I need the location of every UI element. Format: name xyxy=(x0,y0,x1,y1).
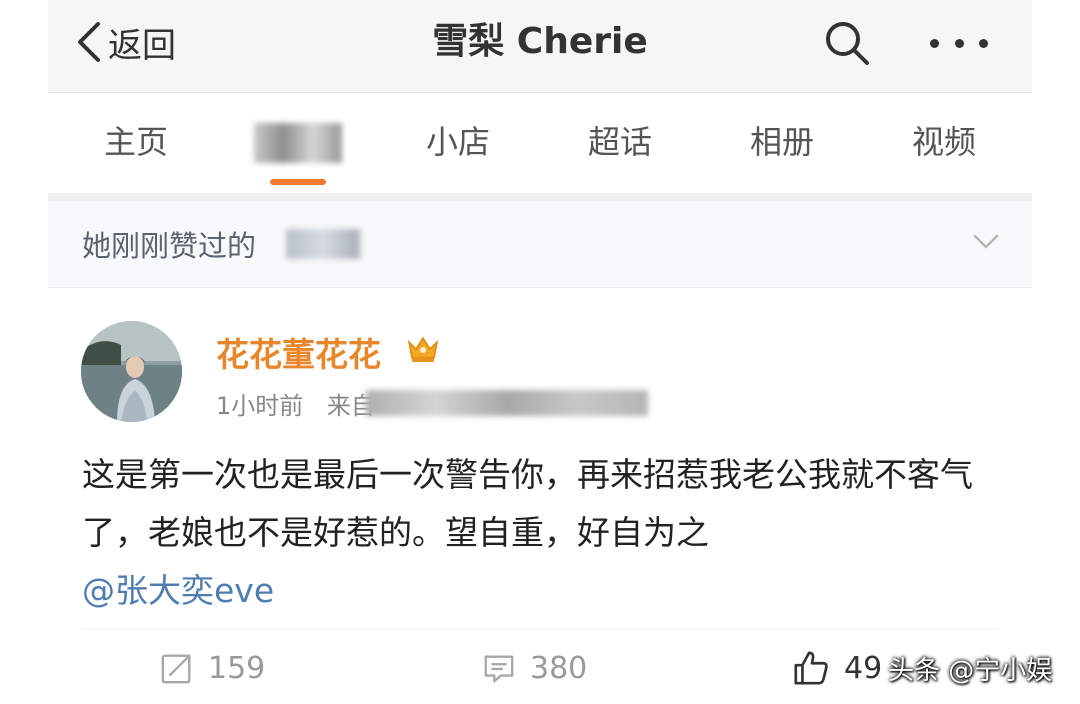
like-count: 49 xyxy=(844,650,883,686)
post-text: 这是第一次也是最后一次警告你，再来招惹我老公我就不客气了，老娘也不是好惹的。望自… xyxy=(82,455,973,552)
thumbs-up-icon xyxy=(794,651,828,685)
post-time: 1小时前 xyxy=(216,392,304,420)
tab-videos[interactable]: 视频 xyxy=(912,117,976,163)
search-button[interactable] xyxy=(822,18,872,68)
comment-icon xyxy=(484,655,514,683)
profile-tabs: 主页 小店 超话 相册 视频 xyxy=(48,93,1032,201)
repost-button[interactable]: 159 xyxy=(160,646,265,690)
active-tab-indicator xyxy=(270,179,326,185)
like-button[interactable]: 49 xyxy=(792,646,882,690)
page-title: 雪梨 Cherie xyxy=(432,21,648,62)
avatar[interactable] xyxy=(81,321,182,422)
search-icon xyxy=(826,22,869,65)
chevron-down-icon xyxy=(973,234,999,249)
recently-liked-label: 她刚刚赞过的 xyxy=(82,229,257,263)
top-nav-bar: 返回 雪梨 Cherie xyxy=(48,0,1032,93)
tab-super-topic[interactable]: 超话 xyxy=(588,117,652,163)
watermark: 头条 @宁小娱 xyxy=(888,656,1053,686)
comment-button[interactable]: 380 xyxy=(482,646,587,690)
more-dot-icon xyxy=(930,38,939,48)
repost-count: 159 xyxy=(208,650,266,686)
post-author-name[interactable]: 花花董花花 xyxy=(216,328,381,376)
more-dot-icon xyxy=(979,38,988,48)
more-dot-icon xyxy=(954,38,964,48)
redacted-text xyxy=(286,229,360,259)
mention-link[interactable]: @张大奕eve xyxy=(82,562,1012,620)
weibo-post-card: 花花董花花 1小时前 来自 这是第一次也是最后一次警告你，再来招惹我老公我就不客… xyxy=(48,288,1032,704)
divider xyxy=(82,628,998,629)
comment-count: 380 xyxy=(530,650,588,686)
tab-home[interactable]: 主页 xyxy=(104,117,168,163)
tab-redacted[interactable] xyxy=(254,123,342,163)
redacted-source xyxy=(366,390,648,416)
recently-liked-bar[interactable]: 她刚刚赞过的 xyxy=(48,201,1032,288)
weibo-profile-screen: 返回 雪梨 Cherie 主页 小店 超话 相册 视频 她刚刚赞过的 花花董花花… xyxy=(48,0,1032,704)
avatar-photo xyxy=(81,321,182,422)
post-meta: 1小时前 来自 xyxy=(216,386,375,421)
tab-shop[interactable]: 小店 xyxy=(426,117,490,163)
vip-crown-icon xyxy=(407,336,439,362)
more-button[interactable] xyxy=(930,18,988,68)
repost-icon xyxy=(161,654,191,684)
tab-albums[interactable]: 相册 xyxy=(750,117,814,163)
post-content: 这是第一次也是最后一次警告你，再来招惹我老公我就不客气了，老娘也不是好惹的。望自… xyxy=(82,446,1012,620)
